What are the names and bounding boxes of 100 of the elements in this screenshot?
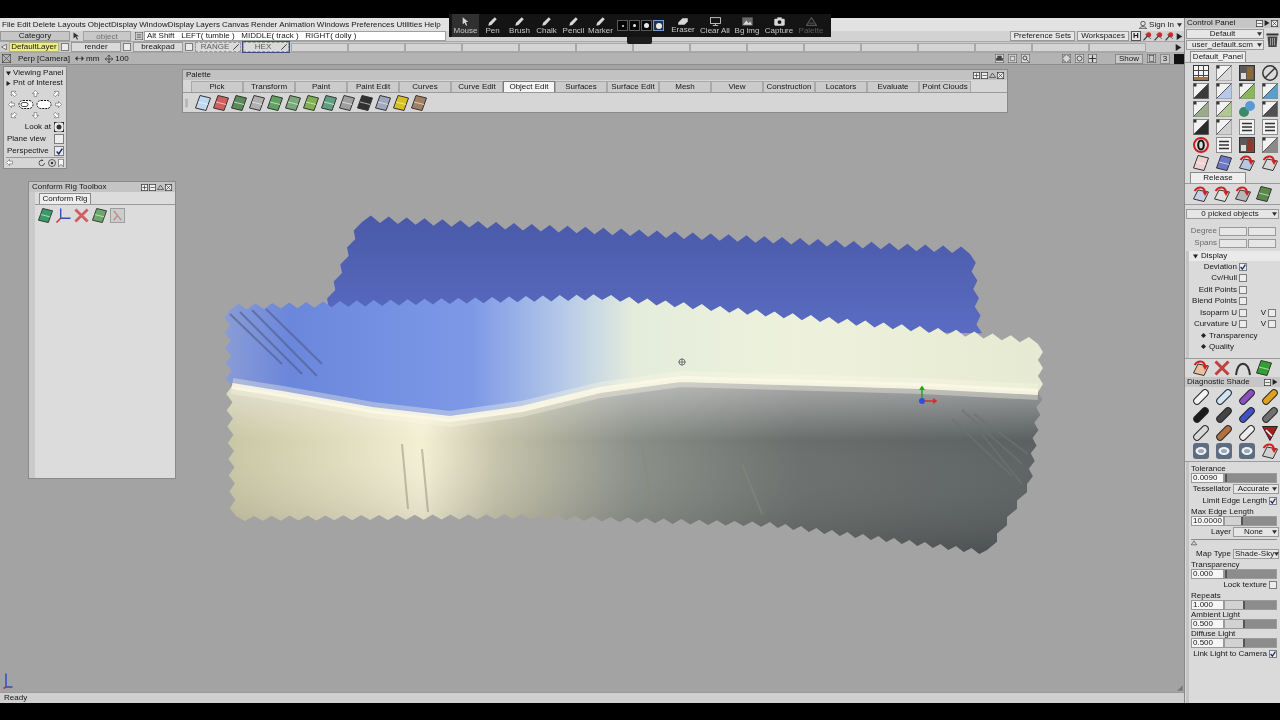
checkbox[interactable] — [1239, 285, 1247, 294]
shaded-wedge-icon[interactable] — [1216, 119, 1232, 135]
tab[interactable]: Release — [1190, 172, 1246, 183]
caret-icon[interactable] — [1272, 212, 1277, 216]
patch-arrow-icon[interactable] — [1239, 155, 1255, 171]
surface-patch-icon[interactable] — [249, 95, 265, 111]
pin-icon[interactable] — [1154, 31, 1163, 41]
patch-arrow-icon[interactable] — [1262, 443, 1278, 459]
move-manipulator-icon[interactable] — [916, 385, 938, 407]
move-icon[interactable] — [105, 54, 114, 63]
tab[interactable]: Default_Panel — [1190, 51, 1246, 62]
tool-button[interactable]: Eraser — [667, 14, 699, 37]
triangle-up-icon[interactable] — [157, 183, 164, 191]
tab[interactable]: Evaluate — [867, 81, 919, 92]
dropdown[interactable]: 0 picked objects — [1186, 209, 1279, 219]
axes-icon[interactable] — [56, 208, 71, 223]
dropdown[interactable]: user_default.scm — [1186, 40, 1264, 50]
grip-icon[interactable] — [185, 98, 188, 108]
close-icon[interactable] — [1271, 19, 1278, 27]
tab[interactable]: Surface Edit — [607, 81, 659, 92]
cursor-arrow-icon[interactable] — [73, 32, 81, 40]
surface-patch-icon[interactable] — [357, 95, 373, 111]
object-field[interactable]: object — [83, 31, 131, 41]
layer-button[interactable]: DefaultLayer — [9, 42, 59, 52]
caret-icon[interactable] — [1272, 487, 1277, 491]
triangle-up-icon[interactable] — [989, 71, 996, 79]
layer-button[interactable]: breakpad — [133, 42, 183, 52]
surface-patch-icon[interactable] — [1193, 155, 1209, 171]
checkbox[interactable] — [1268, 320, 1276, 329]
number-field[interactable]: 10.0000 — [1191, 516, 1224, 526]
frame-icon[interactable] — [1008, 54, 1017, 63]
pen-icon[interactable] — [515, 16, 524, 26]
subsection-header[interactable]: Transparency — [1209, 331, 1258, 340]
patch-arrow-icon[interactable] — [1193, 360, 1209, 376]
caret-icon[interactable] — [1257, 32, 1262, 36]
capsule-icon[interactable] — [1193, 389, 1209, 405]
pen-icon[interactable] — [569, 16, 578, 26]
tab[interactable]: Paint Edit — [347, 81, 399, 92]
tab[interactable]: Point Clouds — [919, 81, 971, 92]
surface-patch-icon[interactable] — [38, 208, 53, 223]
input-field[interactable] — [1248, 226, 1276, 236]
rectangle-icon[interactable] — [1147, 54, 1156, 63]
menu-item[interactable]: Edit — [16, 20, 31, 29]
show-button[interactable]: Show — [1115, 53, 1143, 64]
dashed-pill-icon[interactable] — [17, 100, 34, 109]
surface-patch-icon[interactable] — [303, 95, 319, 111]
capsule-icon[interactable] — [1239, 389, 1255, 405]
tool-button[interactable]: Clear All — [699, 14, 731, 37]
dropdown[interactable]: Shade-Sky — [1233, 549, 1279, 559]
monitor-icon[interactable] — [709, 16, 721, 26]
list-icon[interactable] — [1262, 119, 1278, 135]
rotate-icon[interactable] — [38, 158, 46, 167]
capsule-icon[interactable] — [1239, 425, 1255, 441]
printer-icon[interactable] — [995, 54, 1004, 63]
shaded-wedge-icon[interactable] — [1193, 119, 1209, 135]
toolbar-button[interactable]: Preference Sets — [1009, 31, 1076, 41]
capsule-icon[interactable] — [1239, 407, 1255, 423]
patch-arrow-icon[interactable] — [1193, 186, 1209, 202]
menu-item[interactable]: Render — [251, 20, 278, 29]
surface-patch-icon[interactable] — [393, 95, 409, 111]
minimize-icon[interactable] — [1256, 19, 1263, 27]
triangle-up-icon[interactable] — [1191, 540, 1197, 546]
frame-corners-icon[interactable] — [1062, 54, 1071, 63]
toolbar-handle[interactable] — [627, 37, 652, 44]
plus-box-icon[interactable] — [141, 183, 148, 191]
layer-slot[interactable] — [633, 42, 690, 52]
checkbox[interactable] — [123, 43, 131, 51]
minimize-icon[interactable] — [981, 71, 988, 79]
tool-button[interactable]: Mouse — [452, 14, 479, 37]
dropdown[interactable]: Accurate — [1233, 484, 1279, 494]
close-icon[interactable] — [997, 71, 1004, 79]
patch-arrow-icon[interactable] — [1262, 155, 1278, 171]
dropdown[interactable]: Default — [1186, 29, 1264, 39]
triangle-right-icon[interactable] — [6, 80, 11, 86]
minimize-icon[interactable] — [149, 183, 156, 191]
shaded-wedge-icon[interactable] — [1193, 83, 1209, 99]
shaded-wedge-icon[interactable] — [1239, 83, 1255, 99]
shaded-wedge-icon[interactable] — [1262, 83, 1278, 99]
surface-patch-icon[interactable] — [1256, 186, 1272, 202]
slash-icon[interactable] — [233, 44, 239, 50]
number-field[interactable]: 0.0090 — [1191, 473, 1224, 483]
checkbox[interactable] — [54, 146, 64, 156]
capsule-icon[interactable] — [1262, 389, 1278, 405]
zoom-icon[interactable] — [1021, 54, 1030, 63]
tab[interactable]: Locators — [815, 81, 867, 92]
menu-item[interactable]: File — [2, 20, 15, 29]
pin-icon[interactable] — [1165, 31, 1174, 41]
subsection-header[interactable]: Quality — [1209, 342, 1234, 351]
tool-button[interactable]: Bg img — [731, 14, 763, 37]
layer-button[interactable]: render — [71, 42, 121, 52]
ring-icon[interactable] — [1193, 137, 1209, 153]
list-icon[interactable] — [1239, 119, 1255, 135]
list-icon[interactable] — [1216, 137, 1232, 153]
menu-item[interactable]: Layouts — [57, 20, 86, 29]
capsule-icon[interactable] — [1216, 407, 1232, 423]
tab[interactable]: Curve Edit — [451, 81, 503, 92]
square-icon[interactable] — [1174, 53, 1184, 64]
arrow-icon[interactable] — [6, 159, 13, 166]
tab[interactable]: Transform — [243, 81, 295, 92]
dot-icon[interactable] — [621, 24, 624, 27]
